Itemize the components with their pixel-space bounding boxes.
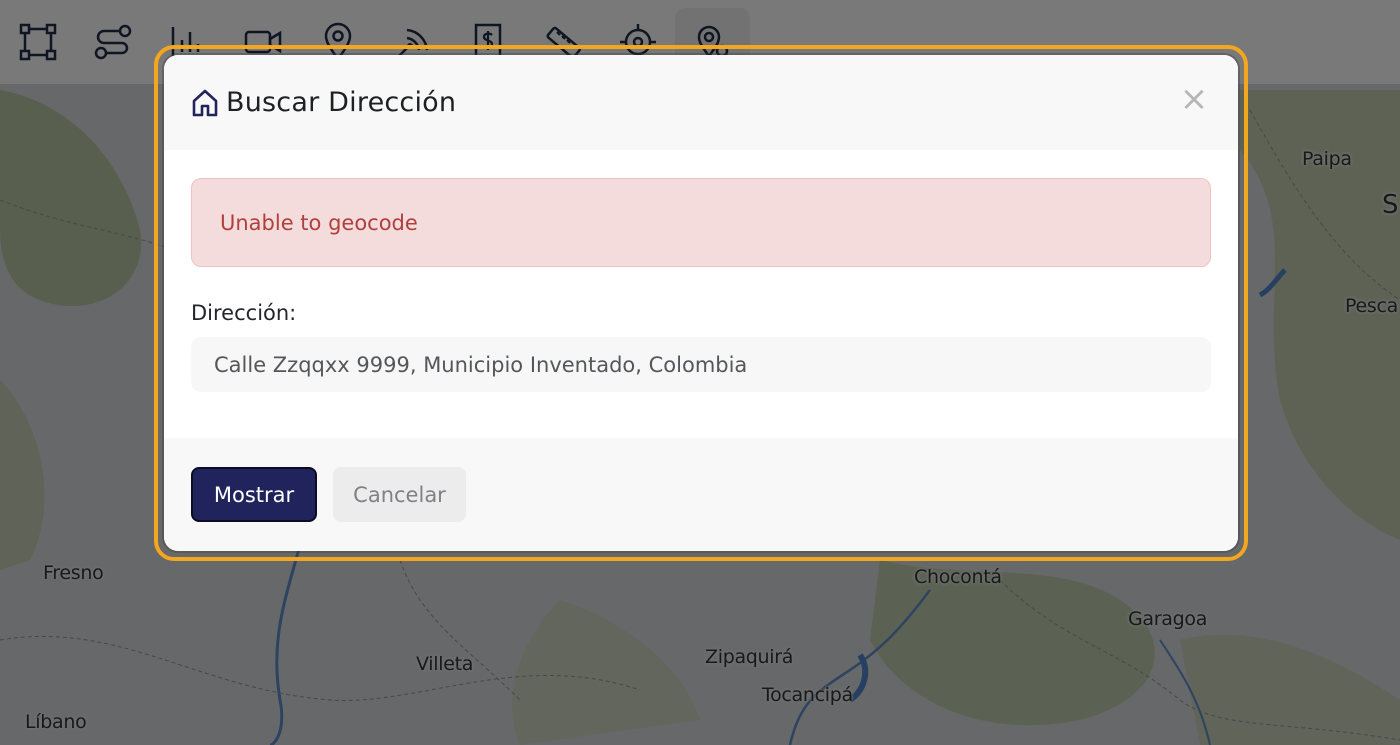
error-alert: Unable to geocode	[191, 178, 1211, 267]
address-input[interactable]	[191, 337, 1211, 392]
close-icon: ×	[1179, 79, 1209, 119]
error-alert-text: Unable to geocode	[220, 210, 418, 235]
address-label: Dirección:	[191, 301, 297, 325]
dialog-footer: Mostrar Cancelar	[164, 438, 1238, 551]
dialog-body: Unable to geocode Dirección:	[164, 150, 1238, 438]
show-button[interactable]: Mostrar	[191, 467, 317, 522]
cancel-button[interactable]: Cancelar	[333, 467, 466, 522]
close-button[interactable]: ×	[1178, 79, 1210, 119]
dialog-title: Buscar Dirección	[226, 87, 457, 118]
address-search-dialog: Buscar Dirección × Unable to geocode Dir…	[164, 55, 1238, 551]
dialog-header: Buscar Dirección ×	[164, 55, 1238, 150]
home-icon	[192, 89, 218, 116]
